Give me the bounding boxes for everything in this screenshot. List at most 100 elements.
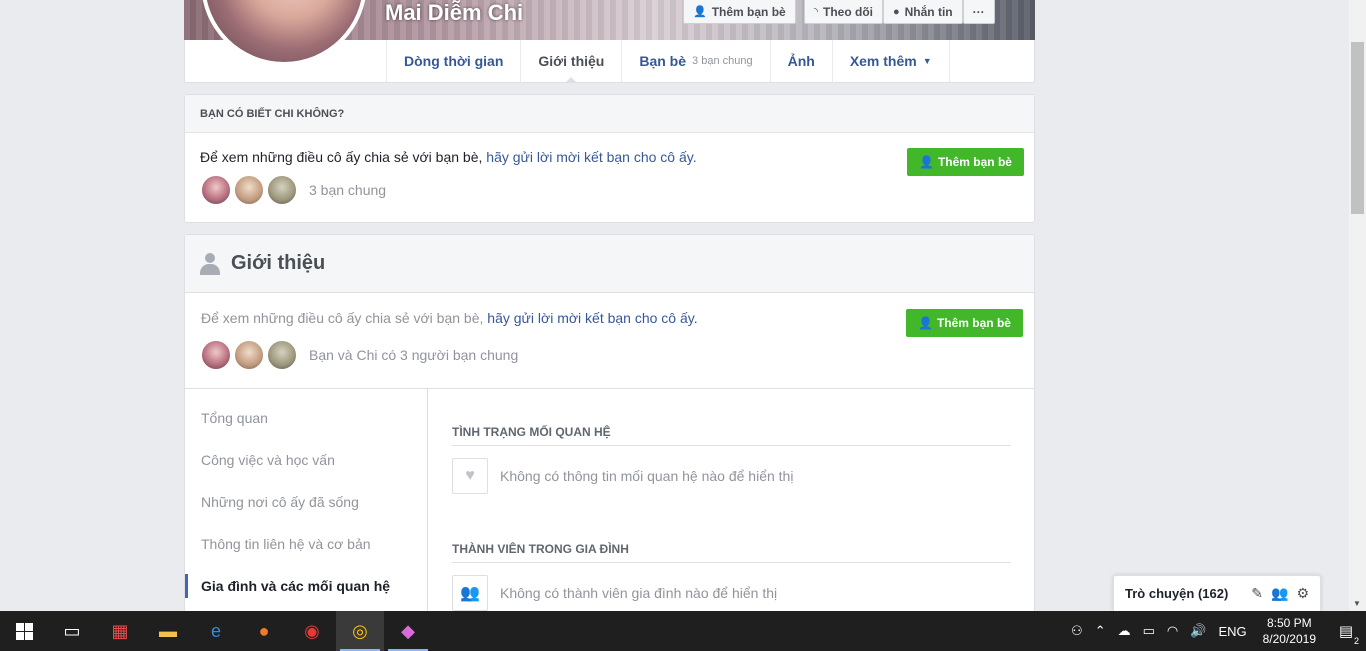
send-request-link[interactable]: hãy gửi lời mời kết bạn cho cô ấy. (486, 149, 696, 165)
follow-button[interactable]: ◝ Theo dõi (803, 0, 883, 24)
message-label: Nhắn tin (904, 4, 953, 19)
mutual-friend-avatar[interactable] (233, 174, 265, 206)
system-tray: ⚇ ⌃ ☁ ▭ ◠ 🔊 ENG 8:50 PM 8/20/2019 ▤ 2 (1065, 611, 1366, 651)
task-view-icon[interactable]: ▭ (48, 611, 96, 651)
mutual-friend-avatar[interactable] (266, 339, 298, 371)
wifi-icon[interactable]: ◠ (1161, 623, 1184, 639)
chrome-icon[interactable]: ◎ (336, 611, 384, 651)
firefox-icon[interactable]: ● (240, 611, 288, 651)
heart-icon: ♥ (452, 458, 488, 494)
people-icon[interactable]: ⚇ (1065, 623, 1089, 639)
more-options-button[interactable]: ··· (962, 0, 995, 24)
follow-label: Theo dõi (822, 4, 873, 19)
chat-label[interactable]: Trò chuyện (162) (1125, 586, 1243, 601)
new-message-icon[interactable]: ✎ (1251, 585, 1263, 602)
caret-down-icon: ▼ (922, 56, 932, 66)
relationship-section-title: TÌNH TRẠNG MỐI QUAN HỆ (452, 425, 1011, 446)
privacy-text: Để xem những điều cô ấy chia sẻ với bạn … (200, 149, 487, 165)
cover-action-bar: 👤 Thêm bạn bè ◝ Theo dõi ● Nhắn tin ··· (683, 0, 995, 24)
page-scrollbar[interactable]: ▼ (1349, 0, 1366, 611)
action-center-button[interactable]: ▤ 2 (1326, 622, 1366, 646)
mutual-friends-link[interactable]: 3 bạn chung (309, 182, 386, 198)
tab-label: Ảnh (787, 53, 815, 69)
about-side-nav: Tổng quan Công việc và học vấn Những nơi… (185, 389, 428, 635)
paint-3d-icon[interactable]: ◆ (384, 611, 432, 651)
tab-label: Dòng thời gian (404, 53, 504, 69)
mutual-friend-avatar[interactable] (266, 174, 298, 206)
add-person-icon: 👤 (918, 316, 933, 330)
more-dots-icon: ··· (972, 4, 985, 19)
add-friend-label: Thêm bạn bè (937, 155, 1012, 169)
relationship-empty-text: Không có thông tin mối quan hệ nào để hi… (500, 468, 794, 484)
tab-timeline[interactable]: Dòng thời gian (387, 40, 522, 82)
add-friend-label: Thêm bạn bè (936, 316, 1011, 330)
add-friend-button[interactable]: 👤 Thêm bạn bè (907, 148, 1024, 176)
group-icon[interactable]: 👥 (1271, 585, 1288, 602)
about-header: Giới thiệu (185, 235, 1034, 293)
start-button[interactable] (0, 611, 48, 651)
add-friend-label: Thêm bạn bè (711, 4, 786, 19)
send-request-link[interactable]: hãy gửi lời mời kết bạn cho cô ấy. (487, 310, 697, 326)
nav-contact-basic[interactable]: Thông tin liên hệ và cơ bản (201, 536, 371, 552)
do-you-know-heading: BẠN CÓ BIẾT CHI KHÔNG? (185, 95, 1034, 133)
active-nav-indicator (185, 574, 188, 598)
battery-icon[interactable]: ▭ (1137, 623, 1161, 639)
about-title[interactable]: Giới thiệu (231, 252, 325, 275)
windows-taskbar: ▭ ▦ ▬ e ● ◉ ◎ ◆ ⚇ ⌃ ☁ ▭ ◠ 🔊 ENG 8:50 PM … (0, 611, 1366, 651)
language-indicator[interactable]: ENG (1212, 624, 1252, 639)
follow-message-group: ◝ Theo dõi ● Nhắn tin ··· (803, 0, 995, 24)
nav-overview[interactable]: Tổng quan (201, 410, 268, 426)
add-person-icon: 👤 (693, 6, 707, 18)
profile-name[interactable]: Mai Diễm Chi (385, 0, 523, 26)
mutual-friends-row: 3 bạn chung (200, 174, 386, 206)
scrollbar-thumb[interactable] (1351, 42, 1364, 214)
app-launcher-icon[interactable]: ▦ (96, 611, 144, 651)
add-friend-cover-button[interactable]: 👤 Thêm bạn bè (683, 0, 796, 24)
mutual-friend-avatar[interactable] (233, 339, 265, 371)
tab-about[interactable]: Giới thiệu (521, 40, 623, 83)
tab-label: Giới thiệu (538, 53, 605, 69)
mutual-friend-avatar[interactable] (200, 339, 232, 371)
tab-friends[interactable]: Bạn bè 3 bạn chung (622, 40, 771, 82)
rss-icon: ◝ (813, 6, 818, 18)
relationship-empty-row: ♥ Không có thông tin mối quan hệ nào để … (452, 458, 793, 494)
garena-icon[interactable]: ◉ (288, 611, 336, 651)
nav-places-lived[interactable]: Những nơi cô ấy đã sống (201, 494, 359, 510)
chat-sidebar-bar[interactable]: Trò chuyện (162) ✎ 👥 ⚙ (1113, 575, 1321, 611)
do-you-know-text: Để xem những điều cô ấy chia sẻ với bạn … (200, 149, 697, 165)
add-person-icon: 👤 (919, 155, 934, 169)
about-body: Tổng quan Công việc và học vấn Những nơi… (185, 388, 1034, 635)
about-privacy-text: Để xem những điều cô ấy chia sẻ với bạn … (201, 310, 698, 326)
file-explorer-icon[interactable]: ▬ (144, 611, 192, 651)
chevron-up-icon[interactable]: ⌃ (1089, 623, 1112, 639)
family-empty-text: Không có thành viên gia đình nào để hiển… (500, 585, 778, 601)
notification-count: 2 (1353, 636, 1359, 646)
system-clock[interactable]: 8:50 PM 8/20/2019 (1253, 615, 1326, 647)
family-icon: 👥 (452, 575, 488, 611)
clock-date: 8/20/2019 (1262, 632, 1316, 646)
person-icon (199, 252, 221, 276)
messenger-icon: ● (892, 5, 900, 18)
privacy-text: Để xem những điều cô ấy chia sẻ với bạn … (201, 310, 488, 326)
volume-icon[interactable]: 🔊 (1184, 623, 1212, 639)
mutual-friend-avatar[interactable] (200, 174, 232, 206)
nav-family-relationships[interactable]: Gia đình và các mối quan hệ (201, 578, 390, 594)
edge-browser-icon[interactable]: e (192, 611, 240, 651)
family-empty-row: 👥 Không có thành viên gia đình nào để hi… (452, 575, 777, 611)
tab-photos[interactable]: Ảnh (771, 40, 833, 82)
scroll-down-arrow-icon[interactable]: ▼ (1353, 599, 1361, 608)
about-card: Giới thiệu Để xem những điều cô ấy chia … (184, 234, 1035, 635)
message-button[interactable]: ● Nhắn tin (882, 0, 963, 24)
windows-logo-icon (15, 622, 33, 640)
tab-label: Bạn bè (639, 53, 687, 69)
tab-label: Xem thêm (849, 53, 917, 69)
gear-icon[interactable]: ⚙ (1296, 585, 1309, 602)
mutual-friends-link[interactable]: Bạn và Chi có 3 người bạn chung (309, 347, 518, 363)
nav-work-education[interactable]: Công việc và học vấn (201, 452, 335, 468)
family-section-title: THÀNH VIÊN TRONG GIA ĐÌNH (452, 542, 1011, 563)
mutual-friends-row: Bạn và Chi có 3 người bạn chung (200, 339, 518, 371)
tab-more[interactable]: Xem thêm ▼ (833, 40, 950, 82)
onedrive-icon[interactable]: ☁ (1112, 623, 1137, 639)
clock-time: 8:50 PM (1266, 616, 1312, 630)
add-friend-button[interactable]: 👤 Thêm bạn bè (906, 309, 1023, 337)
